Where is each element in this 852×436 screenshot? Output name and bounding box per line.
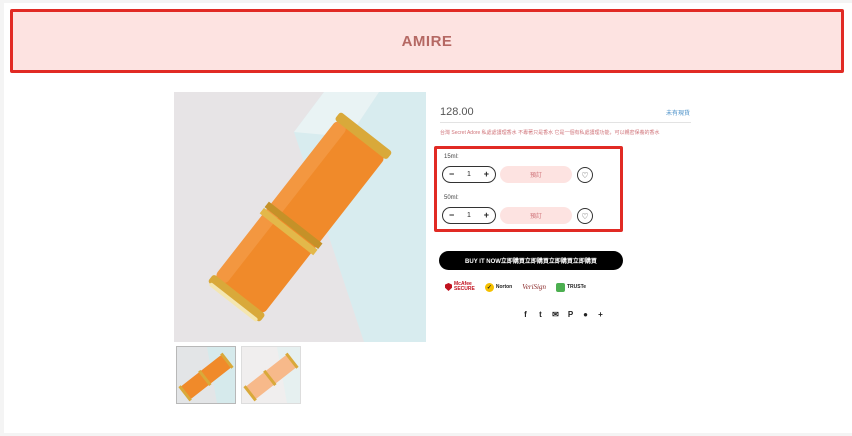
plus-icon[interactable]: + [484, 170, 489, 179]
stock-status: 未有現貨 [666, 111, 691, 117]
quantity-value[interactable]: 1 [467, 212, 471, 219]
store-header: AMIRE [10, 9, 844, 73]
messenger-icon[interactable]: ● [581, 310, 590, 319]
email-icon[interactable]: ✉ [551, 310, 560, 319]
minus-icon[interactable]: − [449, 211, 454, 220]
verisign-badge: VeriSign [522, 281, 546, 293]
minus-icon[interactable]: − [449, 170, 454, 179]
wishlist-heart-icon[interactable]: ♡ [577, 208, 593, 224]
product-photo [174, 92, 426, 342]
page: AMIRE 128.00 未有現貨 台灣 Secret Adore 私處處護理香… [4, 3, 852, 433]
variant-selector: 15ml: − 1 + 預訂 ♡ 50ml: − 1 + 預訂 ♡ [434, 146, 623, 232]
trust-badges: McAfee SECURE ✓ Norton VeriSign TRUSTe [445, 281, 586, 293]
norton-check-icon: ✓ [484, 282, 494, 292]
norton-badge: ✓ Norton [484, 281, 513, 293]
norton-text: Norton [495, 284, 513, 290]
thumbnail-photo-orange [177, 347, 235, 403]
brand-logo[interactable]: AMIRE [402, 33, 453, 50]
more-icon[interactable]: + [596, 310, 605, 319]
mcafee-badge: McAfee SECURE [445, 281, 475, 293]
facebook-icon[interactable]: f [521, 310, 530, 319]
twitter-icon[interactable]: t [536, 310, 545, 319]
buy-it-now-button[interactable]: BUY IT NOW立即購買立即購買立即購買立即購買 [439, 251, 623, 270]
divider [440, 122, 691, 123]
thumbnail-orange[interactable] [176, 346, 236, 404]
product-price: 128.00 [440, 106, 474, 118]
mcafee-shield-icon [445, 283, 452, 291]
variant-label-15ml: 15ml: [444, 154, 459, 160]
wishlist-heart-icon[interactable]: ♡ [577, 167, 593, 183]
preorder-button-15ml[interactable]: 預訂 [500, 166, 572, 183]
variant-label-50ml: 50ml: [444, 195, 459, 201]
thumbnail-peach[interactable] [241, 346, 301, 404]
truste-badge: TRUSTe [555, 281, 587, 293]
quantity-value[interactable]: 1 [467, 171, 471, 178]
plus-icon[interactable]: + [484, 211, 489, 220]
main-product-image[interactable] [174, 92, 426, 342]
preorder-button-50ml[interactable]: 預訂 [500, 207, 572, 224]
pinterest-icon[interactable]: P [566, 310, 575, 319]
thumbnail-photo-peach [242, 347, 300, 403]
quantity-stepper-15ml: − 1 + [442, 166, 496, 183]
quantity-stepper-50ml: − 1 + [442, 207, 496, 224]
product-description: 台灣 Secret Adore 私處處護理香水 不專著只是香水 它是一個有私處護… [440, 130, 660, 136]
mcafee-secure-text: SECURE [454, 286, 475, 292]
truste-text: TRUSTe [566, 284, 587, 290]
social-share: f t ✉ P ● + [521, 310, 605, 319]
verisign-text: VeriSign [522, 283, 546, 291]
truste-icon [555, 282, 565, 292]
